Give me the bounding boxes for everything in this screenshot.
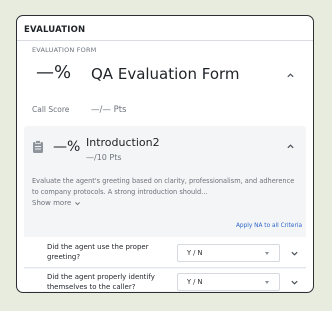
question-row: Did the agent use the proper greeting? Y…	[24, 237, 306, 267]
call-score-value: —%	[36, 62, 72, 83]
apply-na-all-link[interactable]: Apply NA to all Criteria	[236, 223, 302, 229]
form-points: —/— Pts	[91, 105, 127, 115]
answer-select-value: Y / N	[187, 278, 203, 286]
criterion-description: Evaluate the agent's greeting based on c…	[32, 177, 295, 196]
criterion-section: —% Introduction2 —/10 Pts Evaluate the a…	[24, 126, 306, 292]
question-row: Did the agent properly identify themselv…	[24, 269, 306, 291]
divider	[17, 40, 313, 41]
clipboard-icon	[33, 140, 43, 153]
show-more-label: Show more	[32, 199, 72, 207]
answer-select[interactable]: Y / N	[177, 244, 280, 262]
question-text: Did the agent use the proper greeting?	[47, 243, 149, 261]
call-score-label: Call Score	[32, 105, 70, 114]
evaluation-panel: EVALUATION EVALUATION FORM —% QA Evaluat…	[16, 15, 314, 293]
question-text: Did the agent properly identify themselv…	[47, 273, 155, 291]
chevron-up-icon	[286, 143, 294, 148]
panel-header: EVALUATION	[24, 25, 86, 35]
divider	[24, 267, 306, 268]
chevron-down-icon	[75, 201, 81, 205]
expand-question-button[interactable]	[287, 246, 301, 260]
collapse-form-button[interactable]	[283, 68, 297, 82]
answer-select-value: Y / N	[187, 249, 203, 257]
form-title: QA Evaluation Form	[91, 65, 240, 83]
answer-select[interactable]: Y / N	[177, 273, 280, 291]
criterion-score: —%	[53, 139, 81, 155]
caret-down-icon	[265, 281, 269, 284]
criterion-points: —/10 Pts	[86, 153, 122, 162]
show-more-link[interactable]: Show more	[32, 199, 81, 207]
expand-question-button[interactable]	[287, 275, 301, 289]
criterion-title: Introduction2	[86, 136, 160, 149]
collapse-criterion-button[interactable]	[283, 139, 297, 153]
evaluation-form-label: EVALUATION FORM	[32, 46, 97, 54]
caret-down-icon	[265, 252, 269, 255]
chevron-up-icon	[286, 72, 294, 77]
chevron-down-icon	[290, 280, 298, 285]
chevron-down-icon	[290, 251, 298, 256]
